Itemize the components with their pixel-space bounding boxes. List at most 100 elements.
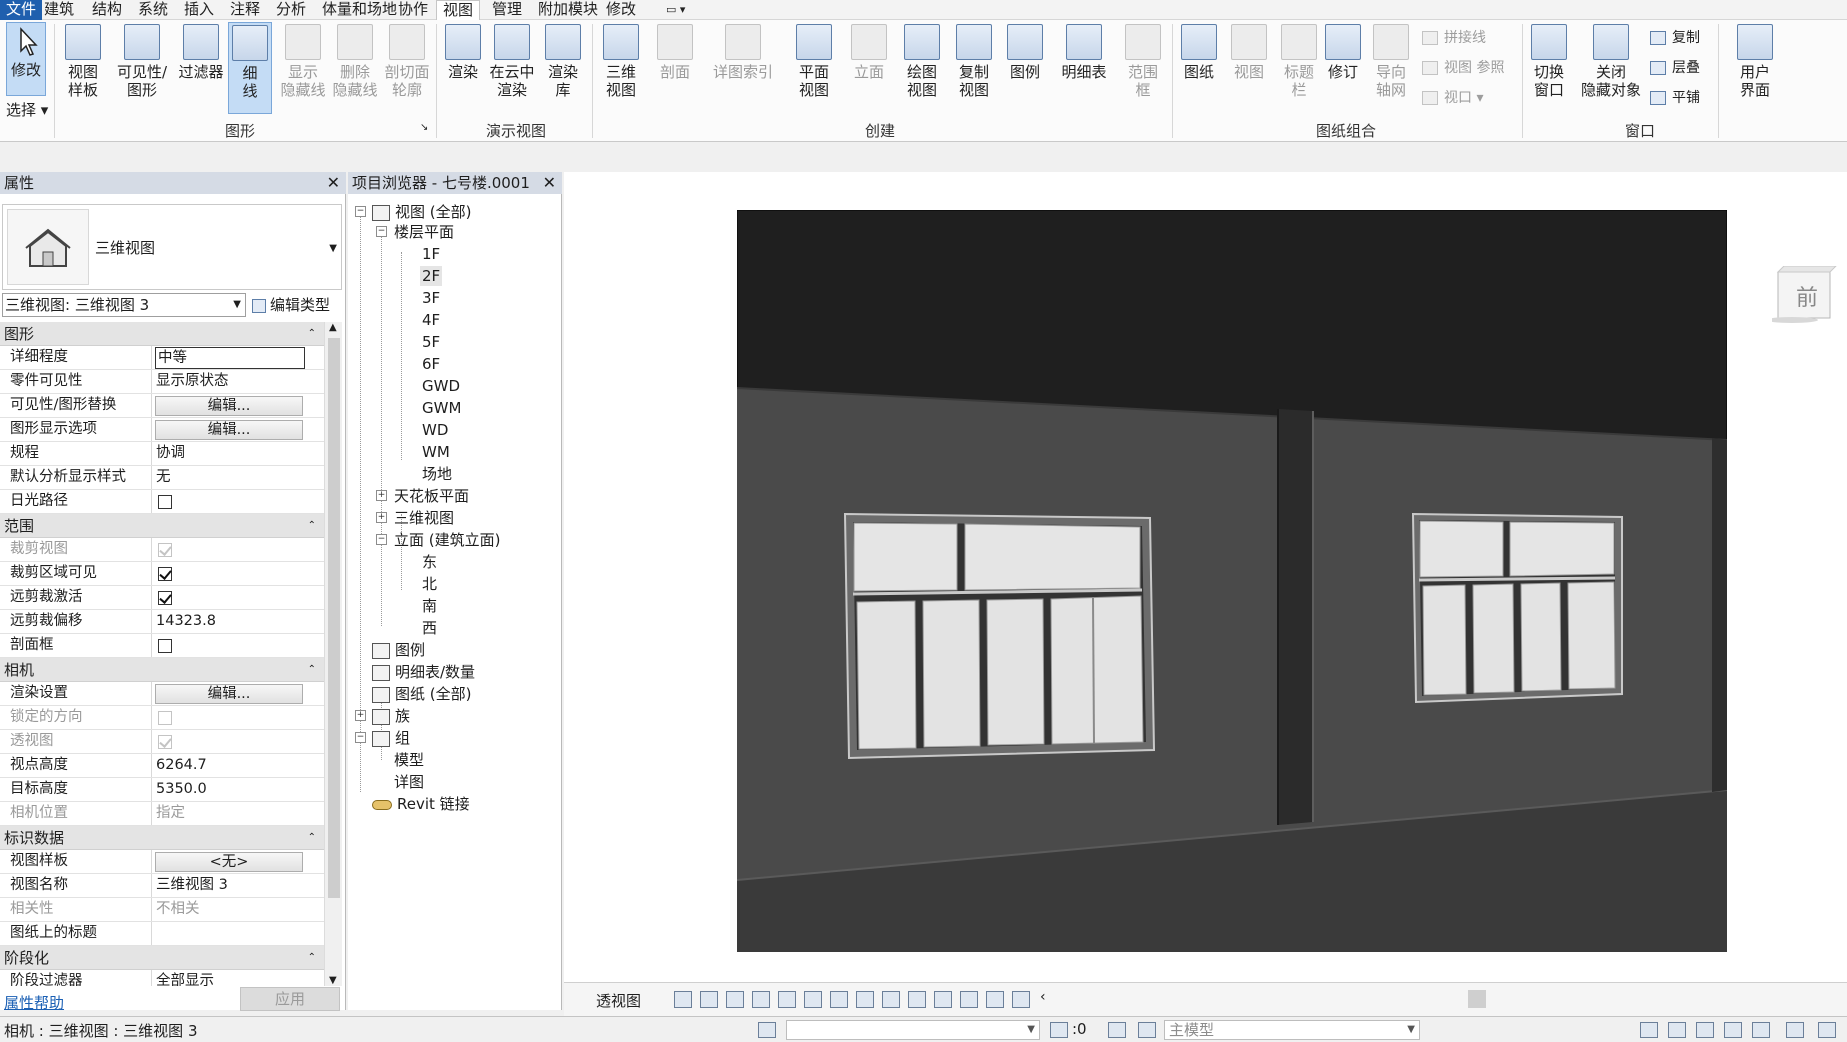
horizontal-scrollbar-thumb[interactable] [1468,990,1486,1008]
tree-groups[interactable]: 组 [372,728,410,748]
tab-architecture[interactable]: 建筑 [38,0,80,20]
tree-floor-plans[interactable]: 楼层平面 [394,222,454,242]
tree-floor-wd[interactable]: WD [422,420,448,440]
properties-help-link[interactable]: 属性帮助 [4,992,64,1013]
properties-section-header[interactable]: 图形 ⌃ [0,322,324,346]
edit-type-button[interactable]: 编辑类型 [252,293,330,317]
property-value-field[interactable]: 中等 [155,347,305,369]
matchline-button[interactable]: 拼接线 [1422,28,1486,48]
visual-style-icon[interactable] [700,991,718,1008]
property-checkbox[interactable] [158,567,172,581]
select-dropdown[interactable]: 选择 ▾ [6,100,48,120]
render-dialog-icon[interactable] [778,991,796,1008]
tile-button[interactable]: 平铺 [1650,88,1700,108]
tree-floor-wm[interactable]: WM [422,442,450,462]
sun-path-icon[interactable] [726,991,744,1008]
expand-icon[interactable]: + [376,512,387,523]
property-value[interactable]: 全部显示 [154,970,304,986]
tab-manage[interactable]: 管理 [486,0,528,20]
tree-floor-6f[interactable]: 6F [422,354,440,374]
unlocked-3d-view-icon[interactable] [856,991,874,1008]
tab-modify[interactable]: 修改 [600,0,642,20]
tree-sheets[interactable]: 图纸 (全部) [372,684,471,704]
close-icon[interactable]: ✕ [327,172,340,194]
cloud-render-button[interactable]: 在云中 渲染 [488,24,536,99]
tree-group-model[interactable]: 模型 [394,750,424,770]
callout-button[interactable]: 详图索引 [706,24,780,81]
title-block-button[interactable]: 标题 栏 [1276,24,1322,99]
instance-selector[interactable]: 三维视图: 三维视图 3 ▼ [2,293,246,317]
close-hidden-button[interactable]: 关闭 隐藏对象 [1578,24,1644,99]
filter-icon[interactable] [1818,1022,1836,1038]
properties-section-header[interactable]: 阶段化 ⌃ [0,946,324,970]
property-checkbox[interactable] [158,495,172,509]
scope-box-button[interactable]: 范围 框 [1120,24,1166,99]
collapse-chevron-icon[interactable]: ⌃ [308,658,316,682]
show-crop-region-icon[interactable] [830,991,848,1008]
property-value[interactable]: 5350.0 [154,778,304,801]
properties-section-header[interactable]: 标识数据 ⌃ [0,826,324,850]
highlight-displacement-icon[interactable] [1012,991,1030,1008]
property-edit-button[interactable]: <无> [155,852,303,872]
scroll-up-icon[interactable]: ▲ [329,322,337,333]
scroll-down-icon[interactable]: ▼ [329,975,337,986]
property-edit-button[interactable]: 编辑... [155,396,303,416]
tab-addins[interactable]: 附加模块 [532,0,604,20]
select-pinned-icon[interactable] [1696,1022,1714,1038]
tree-legends[interactable]: 图例 [372,640,425,660]
property-edit-button[interactable]: 编辑... [155,420,303,440]
revisions-button[interactable]: 修订 [1320,24,1366,81]
3d-perspective-viewport[interactable] [737,210,1727,952]
tree-schedules[interactable]: 明细表/数量 [372,662,475,682]
cut-profile-button[interactable]: 剖切面 轮廓 [382,24,432,99]
visibility-graphics-button[interactable]: 可见性/ 图形 [116,24,168,99]
tree-group-detail[interactable]: 详图 [394,772,424,792]
select-underlay-icon[interactable] [1668,1022,1686,1038]
detail-level-icon[interactable] [674,991,692,1008]
collapse-chevron-icon[interactable]: ⌃ [308,514,316,538]
crop-view-icon[interactable] [804,991,822,1008]
filters-button[interactable]: 过滤器 [176,24,226,81]
tab-insert[interactable]: 插入 [178,0,220,20]
sheet-button[interactable]: 图纸 [1176,24,1222,81]
worksharing-display-icon[interactable] [960,991,978,1008]
expand-icon[interactable]: + [355,710,366,721]
drag-elements-icon[interactable] [1752,1022,1770,1038]
user-interface-button[interactable]: 用户 界面 [1728,24,1782,99]
background-processes-icon[interactable] [1786,1022,1804,1038]
drafting-view-button[interactable]: 绘图 视图 [898,24,946,99]
collapse-icon[interactable]: − [376,226,387,237]
tab-view[interactable]: 视图 [436,0,481,21]
select-links-icon[interactable] [1640,1022,1658,1038]
collapse-chevron-icon[interactable]: ⌃ [308,826,316,850]
worksets-icon[interactable] [758,1022,776,1038]
viewports-button[interactable]: 视口 ▾ [1422,88,1483,108]
tree-floor-gwd[interactable]: GWD [422,376,460,396]
guide-grid-button[interactable]: 导向 轴网 [1368,24,1414,99]
properties-section-header[interactable]: 范围 ⌃ [0,514,324,538]
tree-families[interactable]: 族 [372,706,410,726]
viewcube[interactable]: 前 [1766,265,1838,324]
modify-button[interactable]: 修改 [6,22,46,96]
property-checkbox[interactable] [158,639,172,653]
tab-structure[interactable]: 结构 [86,0,128,20]
expand-icon[interactable]: + [376,490,387,501]
property-value[interactable]: 6264.7 [154,754,304,777]
tree-floor-1f[interactable]: 1F [422,244,440,264]
tree-floor-5f[interactable]: 5F [422,332,440,352]
graphics-settings-launcher-icon[interactable]: ↘ [420,118,428,138]
design-options-icon[interactable] [1108,1022,1126,1038]
property-edit-button[interactable]: 编辑... [155,684,303,704]
tree-floor-gwm[interactable]: GWM [422,398,461,418]
tab-extra-dropdown[interactable]: ▭ ▾ [660,0,691,20]
tab-systems[interactable]: 系统 [132,0,174,20]
render-gallery-button[interactable]: 渲染 库 [540,24,586,99]
tree-floor-3f[interactable]: 3F [422,288,440,308]
property-value[interactable]: 显示原状态 [154,370,304,393]
tree-views-all[interactable]: 视图 (全部) [372,202,471,222]
tree-elevation-north[interactable]: 北 [422,574,437,594]
chevron-left-icon[interactable]: ‹ [1040,989,1046,1005]
section-button[interactable]: 剖面 [652,24,698,81]
tree-ceiling-plans[interactable]: 天花板平面 [394,486,469,506]
type-selector[interactable]: 三维视图 ▼ [2,204,342,290]
